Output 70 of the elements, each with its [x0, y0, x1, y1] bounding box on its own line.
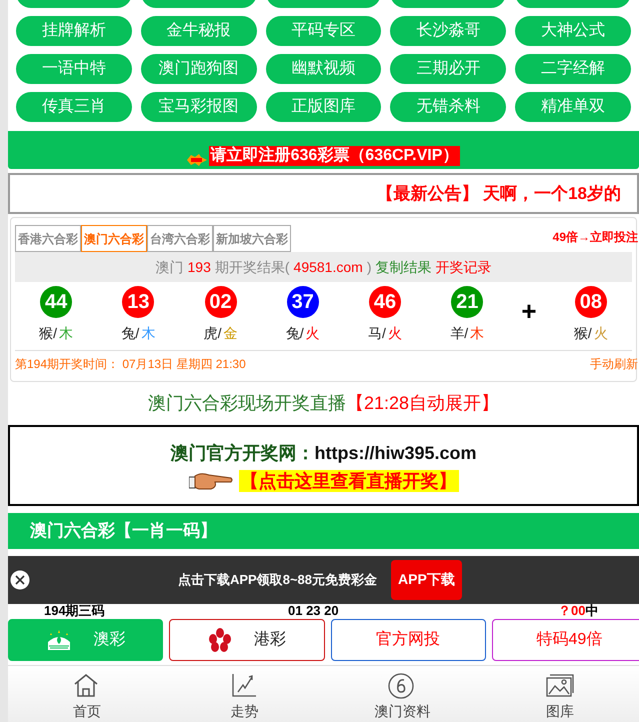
app-promo-text: 点击下载APP领取8~88元免费彩金	[178, 571, 378, 590]
menu-button[interactable]: 大神公式	[515, 16, 631, 46]
next-draw-time: 第194期开奖时间： 07月13日 星期四 21:30	[15, 356, 246, 374]
zodiac-label: 猴/	[39, 324, 58, 344]
tab[interactable]: 香港六合彩	[15, 225, 81, 252]
tab[interactable]: 澳门六合彩	[81, 225, 147, 252]
flower-icon	[208, 628, 232, 652]
element-label: 金	[223, 324, 238, 344]
menu-button[interactable]: 无错杀料	[390, 92, 506, 122]
zodiac-label: 羊/	[450, 324, 468, 344]
refresh-link[interactable]: 手动刷新	[590, 355, 638, 374]
menu-button[interactable]: 一语中特	[16, 54, 132, 84]
promo-text[interactable]: 请立即注册636彩票（636CP.VIP）	[208, 146, 460, 166]
result-mark: ？00	[558, 602, 586, 620]
nav-link[interactable]: 首页	[72, 701, 101, 722]
predicted-numbers: 01 23 20	[288, 602, 340, 620]
element-label: 木	[470, 324, 484, 344]
lotus-flower-icon	[46, 628, 72, 652]
result-value: 49581.com	[294, 258, 363, 277]
zodiac-label: 虎/	[204, 324, 222, 344]
menu-button[interactable]: 正版图库	[266, 92, 382, 122]
draw-history-link[interactable]: 开奖记录	[435, 256, 492, 278]
menu-button[interactable]: 平码专区	[266, 16, 382, 46]
result-value: 193	[188, 258, 211, 277]
zodiac-label: 猴/	[574, 324, 592, 344]
menu-button[interactable]: 宝马彩报图	[140, 92, 257, 122]
new-badge-icon	[186, 154, 207, 166]
live-draw-link[interactable]: 【点击这里查看直播开奖】	[238, 470, 458, 492]
app-download-button[interactable]: APP下载	[391, 560, 462, 600]
zodiac-label: 兔/	[286, 324, 304, 344]
zodiac-label: 马/	[368, 324, 386, 344]
quick-link-button[interactable]: 港彩	[169, 618, 324, 661]
menu-button[interactable]: 澳门跑狗图	[140, 54, 257, 84]
element-label: 火	[388, 324, 402, 344]
issue-label: 194期三码	[44, 602, 106, 620]
menu-button[interactable]: 传真三肖	[16, 92, 132, 122]
result-text: 中	[585, 602, 598, 620]
official-url-link[interactable]: https://hiw395.com	[314, 440, 477, 467]
element-label: 火	[594, 324, 608, 344]
live-title: 澳门六合彩现场开奖直播	[148, 392, 346, 416]
menu-button[interactable]: 精准单双	[515, 92, 631, 122]
copy-result-link[interactable]: 复制结果	[375, 256, 432, 278]
bet-link[interactable]: 49倍→立即投注	[552, 228, 638, 246]
menu-button[interactable]: 二字经解	[515, 54, 631, 84]
menu-button[interactable]: 长沙淼哥	[390, 16, 506, 46]
element-label: 木	[141, 324, 156, 344]
tab[interactable]: 台湾六合彩	[147, 225, 213, 252]
notice-text: 【最新公告】 天啊，一个18岁的	[376, 182, 621, 205]
nav-link[interactable]: 澳门资料	[374, 701, 430, 722]
live-note: 【21:28自动展开】	[346, 392, 500, 416]
official-label: 澳门官方开奖网：	[170, 442, 314, 465]
menu-button[interactable]: 幽默视频	[266, 54, 382, 84]
tab[interactable]: 新加坡六合彩	[213, 225, 291, 252]
element-label: 木	[59, 324, 74, 344]
section-title: 澳门六合彩【一肖一码】	[8, 512, 639, 549]
result-label: )	[366, 258, 372, 277]
pictures-icon	[545, 672, 576, 699]
quick-link-button[interactable]: 特码49倍	[492, 618, 639, 661]
result-label: 澳门	[156, 258, 184, 277]
nav-link[interactable]: 走势	[230, 701, 259, 722]
element-label: 火	[306, 324, 320, 344]
menu-button[interactable]: 金牛秘报	[140, 16, 257, 46]
result-label: 期开奖结果(	[214, 258, 290, 277]
quick-link-button[interactable]: 官方网投	[330, 618, 486, 661]
menu-button[interactable]: 三期必开	[390, 54, 506, 84]
plus-sign: +	[521, 295, 537, 328]
menu-button[interactable]: 挂牌解析	[16, 16, 132, 46]
nav-link[interactable]: 图库	[546, 701, 574, 722]
quick-link-button[interactable]: 澳彩	[8, 618, 164, 661]
zodiac-label: 兔/	[121, 324, 140, 344]
